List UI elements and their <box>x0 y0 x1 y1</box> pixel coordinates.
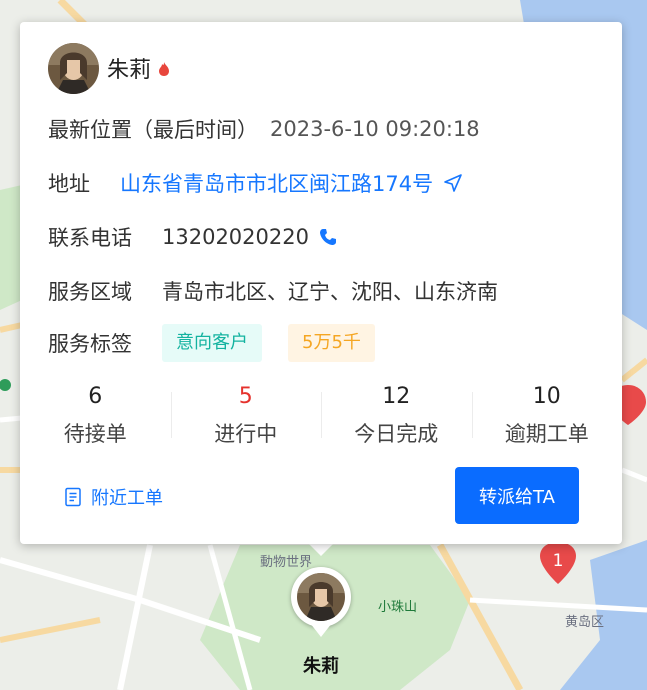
popup-header: 朱莉 <box>48 42 170 94</box>
navigate-icon[interactable] <box>443 173 463 193</box>
avatar <box>48 42 99 94</box>
service-tags-label: 服务标签 <box>48 332 132 356</box>
staff-info-popup: 朱莉 最新位置（最后时间） 2023-6-10 09:20:18 地址 山东省青… <box>20 22 622 544</box>
document-icon <box>65 487 81 507</box>
staff-location-marker[interactable] <box>291 567 351 647</box>
stat-label: 待接单 <box>63 422 127 446</box>
address-link[interactable]: 山东省青岛市市北区闽江路174号 <box>120 168 433 198</box>
dispatch-button[interactable]: 转派给TA <box>455 467 579 524</box>
nearby-orders-link[interactable]: 附近工单 <box>64 484 163 510</box>
stat-label: 今日完成 <box>354 422 439 446</box>
phone-number: 13202020220 <box>162 225 309 249</box>
staff-name: 朱莉 <box>107 58 152 83</box>
stat-value: 6 <box>88 384 103 409</box>
stat-value: 12 <box>382 384 411 409</box>
stat-pending[interactable]: 6 待接单 <box>20 374 171 454</box>
last-location-label: 最新位置（最后时间） <box>48 118 258 142</box>
phone-icon[interactable] <box>319 228 337 246</box>
map-pin-count: 1 <box>552 551 564 571</box>
staff-marker-avatar <box>297 573 345 621</box>
map-district-label: 黄岛区 <box>565 615 605 630</box>
tag-amount: 5万5千 <box>288 324 375 362</box>
service-tags-row: 服务标签 意向客户 5万5千 <box>48 324 375 362</box>
stat-label: 逾期工单 <box>504 422 589 446</box>
stat-label: 进行中 <box>214 422 278 446</box>
tag-intent-customer: 意向客户 <box>162 324 262 362</box>
nearby-orders-label: 附近工单 <box>91 488 163 509</box>
stat-value: 10 <box>532 384 561 409</box>
stat-in-progress[interactable]: 5 进行中 <box>170 374 322 454</box>
popup-tail <box>309 544 333 556</box>
address-row: 地址 山东省青岛市市北区闽江路174号 <box>48 168 463 198</box>
order-stats: 6 待接单 5 进行中 12 今日完成 10 逾期工单 <box>20 374 622 454</box>
address-label: 地址 <box>48 172 90 196</box>
flame-icon <box>159 62 170 76</box>
phone-row: 联系电话 13202020220 <box>48 222 337 252</box>
service-area-value: 青岛市北区、辽宁、沈阳、山东济南 <box>162 280 498 304</box>
service-area-row: 服务区域 青岛市北区、辽宁、沈阳、山东济南 <box>48 276 498 306</box>
phone-label: 联系电话 <box>48 226 132 250</box>
stat-value: 5 <box>238 384 253 409</box>
service-area-label: 服务区域 <box>48 280 132 304</box>
map-area-label: 小珠山 <box>378 600 418 615</box>
map-count-pin[interactable]: 1 <box>538 542 578 586</box>
last-location-row: 最新位置（最后时间） 2023-6-10 09:20:18 <box>48 114 480 144</box>
staff-marker-name: 朱莉 <box>303 656 339 677</box>
last-location-time: 2023-6-10 09:20:18 <box>270 117 480 141</box>
stat-overdue[interactable]: 10 逾期工单 <box>471 374 623 454</box>
stat-completed-today[interactable]: 12 今日完成 <box>321 374 472 454</box>
